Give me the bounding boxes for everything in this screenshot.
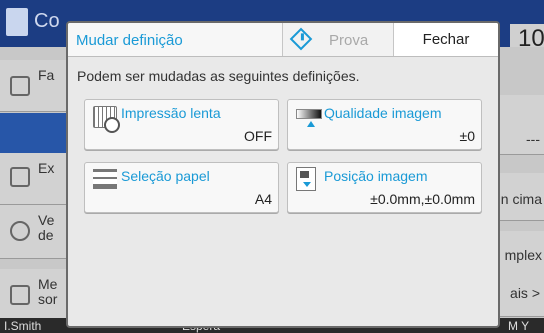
right-cell-duplex: mplex xyxy=(504,247,542,263)
change-setting-dialog: Mudar definição Prova Fechar Podem ser m… xyxy=(66,21,500,328)
document-icon xyxy=(6,8,28,36)
setting-slow-print[interactable]: Impressão lenta OFF xyxy=(84,99,279,150)
setting-name: Posição imagem xyxy=(324,168,428,184)
setting-name: Seleção papel xyxy=(121,168,210,184)
magnifier-check-icon xyxy=(10,221,30,241)
left-row-check: Ve de xyxy=(0,205,72,259)
setting-value: ±0 xyxy=(459,128,475,144)
favorites-icon xyxy=(10,76,30,96)
dialog-header: Mudar definição Prova Fechar xyxy=(68,23,498,57)
image-quality-icon xyxy=(296,109,322,127)
setting-name: Impressão lenta xyxy=(121,105,221,121)
left-row-ex: Ex xyxy=(0,153,72,205)
status-user: I.Smith xyxy=(4,319,42,333)
setting-name: Qualidade imagem xyxy=(324,105,442,121)
right-cell-value: --- xyxy=(526,131,540,147)
wrench-icon xyxy=(10,285,30,305)
left-selected-strip xyxy=(0,113,72,153)
right-cell-more: ais > xyxy=(510,285,540,301)
dialog-message: Podem ser mudadas as seguintes definiçõe… xyxy=(77,68,360,84)
proof-button[interactable]: Prova xyxy=(282,23,394,56)
right-panel: --- n cima mplex ais > xyxy=(498,47,544,333)
checkbox-icon xyxy=(10,167,30,187)
dialog-title: Mudar definição xyxy=(76,32,183,49)
left-row-favorites: Fa xyxy=(0,60,72,112)
image-position-icon xyxy=(296,167,316,191)
proof-diamond-icon xyxy=(289,27,313,51)
left-panel: Fa Ex Ve de Me sor xyxy=(0,47,72,333)
setting-value: A4 xyxy=(254,191,272,207)
setting-image-position[interactable]: Posição imagem ±0.0mm,±0.0mm xyxy=(287,162,482,213)
setting-value: ±0.0mm,±0.0mm xyxy=(370,191,475,207)
close-button[interactable]: Fechar xyxy=(394,23,498,56)
setting-paper-select[interactable]: Seleção papel A4 xyxy=(84,162,279,213)
slow-print-icon xyxy=(93,106,120,133)
setting-value: OFF xyxy=(244,128,272,144)
proof-label: Prova xyxy=(329,32,369,49)
top-bar-title: Co xyxy=(34,10,60,32)
setting-image-quality[interactable]: Qualidade imagem ±0 xyxy=(287,99,482,150)
status-toner: M Y xyxy=(508,319,530,333)
left-row-menu: Me sor xyxy=(0,269,72,321)
paper-tray-icon xyxy=(93,169,117,189)
right-cell-top: n cima xyxy=(500,191,542,207)
